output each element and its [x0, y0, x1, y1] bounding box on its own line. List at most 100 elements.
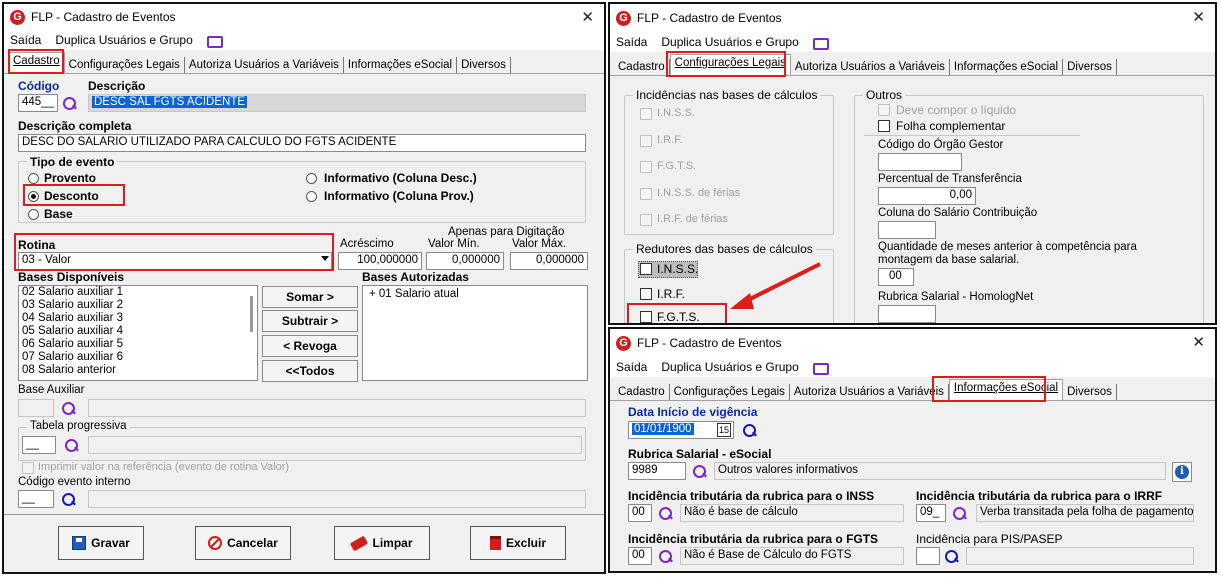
radio-informativo-desc[interactable] — [306, 173, 317, 184]
irf-redutor-checkbox[interactable] — [640, 288, 652, 300]
monitor-icon[interactable] — [812, 38, 829, 50]
fgts-redutor-checkbox[interactable] — [640, 311, 652, 323]
irrf-code-input[interactable]: 09_ — [916, 504, 946, 522]
imprimir-checkbox[interactable] — [22, 462, 34, 474]
irf-ferias-incid-checkbox[interactable] — [640, 214, 652, 226]
tab-configuracoes-legais[interactable]: Configurações Legais — [65, 57, 185, 73]
search-icon[interactable] — [61, 401, 77, 417]
menu-saida[interactable]: Saída — [616, 360, 647, 374]
close-icon[interactable]: ✕ — [1192, 333, 1205, 351]
radio-provento[interactable] — [28, 173, 39, 184]
monitor-icon[interactable] — [206, 36, 223, 48]
pis-code-input[interactable] — [916, 547, 940, 565]
close-icon[interactable]: ✕ — [1192, 8, 1205, 26]
list-item[interactable]: 06 Salario auxiliar 5 — [19, 338, 257, 351]
percentual-transferencia-input[interactable]: 0,00 — [878, 187, 976, 205]
tab-autoriza-usuarios[interactable]: Autoriza Usuários a Variáveis — [790, 384, 949, 400]
bases-disponiveis-list[interactable]: 02 Salario auxiliar 1 03 Salario auxilia… — [18, 285, 258, 381]
tab-diversos[interactable]: Diversos — [457, 57, 511, 73]
menu-duplica[interactable]: Duplica Usuários e Grupo — [55, 33, 192, 47]
folha-complementar-checkbox[interactable] — [878, 120, 890, 132]
tab-configuracoes-legais[interactable]: Configurações Legais — [669, 54, 791, 75]
menu-duplica[interactable]: Duplica Usuários e Grupo — [661, 35, 798, 49]
info-icon[interactable]: i — [1172, 462, 1192, 482]
folha-complementar-label: Folha complementar — [896, 119, 1006, 133]
rubrica-code-input[interactable]: 9989 — [628, 462, 686, 480]
radio-desconto[interactable] — [28, 191, 39, 202]
monitor-icon[interactable] — [812, 363, 829, 375]
chevron-down-icon[interactable] — [321, 256, 329, 261]
bases-autorizadas-list[interactable]: + 01 Salario atual — [362, 285, 588, 381]
search-icon[interactable] — [64, 438, 80, 454]
list-scrollbar[interactable] — [250, 296, 253, 332]
menu-saida[interactable]: Saída — [10, 33, 41, 47]
base-auxiliar-code[interactable] — [18, 399, 54, 417]
coluna-salario-input[interactable] — [878, 221, 936, 239]
tab-diversos[interactable]: Diversos — [1063, 59, 1117, 75]
calendar-icon[interactable]: 15 — [716, 423, 731, 437]
tab-autoriza-usuarios[interactable]: Autoriza Usuários a Variáveis — [185, 57, 344, 73]
list-item[interactable]: 05 Salario auxiliar 4 — [19, 325, 257, 338]
fgts-code-input[interactable]: 00 — [628, 547, 652, 565]
search-icon[interactable] — [61, 492, 77, 508]
search-icon[interactable] — [658, 506, 674, 522]
bases-disponiveis-label: Bases Disponíveis — [18, 270, 125, 284]
search-icon[interactable] — [62, 96, 78, 112]
search-icon[interactable] — [944, 549, 960, 565]
tab-cadastro[interactable]: Cadastro — [614, 384, 670, 400]
list-item[interactable]: 07 Salario auxiliar 6 — [19, 351, 257, 364]
tab-cadastro[interactable]: Cadastro — [8, 52, 65, 73]
radio-informativo-prov[interactable] — [306, 191, 317, 202]
subtrair-button[interactable]: Subtrair > — [262, 310, 358, 332]
tab-informacoes-esocial[interactable]: Informações eSocial — [948, 379, 1064, 400]
arrow-pointer — [730, 262, 821, 309]
list-item[interactable]: 04 Salario auxiliar 3 — [19, 312, 257, 325]
limpar-button[interactable]: Limpar — [334, 526, 430, 560]
rotina-select[interactable]: 03 - Valor — [18, 252, 332, 270]
inss-incid-checkbox[interactable] — [640, 108, 652, 120]
inss-code-input[interactable]: 00 — [628, 504, 652, 522]
descricao-completa-input[interactable]: DESC DO SALARIO UTILIZADO PARA CALCULO D… — [18, 134, 586, 152]
codigo-evento-interno-code[interactable]: __ — [18, 490, 54, 508]
valor-min-input[interactable]: 0,000000 — [426, 252, 504, 270]
irf-incid-checkbox[interactable] — [640, 135, 652, 147]
rubrica-homolognet-input[interactable] — [878, 305, 936, 323]
search-icon[interactable] — [952, 506, 968, 522]
revoga-button[interactable]: < Revoga — [262, 335, 358, 357]
search-icon[interactable] — [658, 549, 674, 565]
acrescimo-input[interactable]: 100,000000 — [338, 252, 422, 270]
tab-informacoes-esocial[interactable]: Informações eSocial — [950, 59, 1064, 75]
search-icon[interactable] — [742, 423, 758, 439]
inss-ferias-incid-checkbox[interactable] — [640, 188, 652, 200]
list-item[interactable]: 03 Salario auxiliar 2 — [19, 299, 257, 312]
codigo-input[interactable]: 445__ — [18, 94, 58, 112]
tab-diversos[interactable]: Diversos — [1063, 384, 1117, 400]
gravar-button[interactable]: Gravar — [58, 526, 144, 560]
list-item[interactable]: 08 Salario anterior — [19, 364, 257, 377]
todos-button[interactable]: <<Todos — [262, 360, 358, 382]
tab-configuracoes-legais[interactable]: Configurações Legais — [670, 384, 790, 400]
excluir-button[interactable]: Excluir — [470, 526, 566, 560]
fgts-incid-checkbox[interactable] — [640, 161, 652, 173]
tab-autoriza-usuarios[interactable]: Autoriza Usuários a Variáveis — [791, 59, 950, 75]
close-icon[interactable]: ✕ — [581, 8, 594, 26]
qtd-meses-input[interactable]: 00 — [878, 268, 914, 286]
cancelar-button[interactable]: Cancelar — [195, 526, 291, 560]
irrf-desc: Verba transitada pela folha de pagamento… — [976, 504, 1194, 522]
search-icon[interactable] — [692, 464, 708, 480]
tabela-progressiva-code[interactable]: __ — [22, 436, 56, 454]
descricao-input[interactable]: DESC SAL FGTS ACIDENTE — [88, 94, 586, 112]
codigo-orgao-input[interactable] — [878, 153, 962, 171]
list-item[interactable]: + 01 Salario atual — [363, 286, 587, 301]
data-inicio-input[interactable]: 01/01/1900 15 — [628, 421, 734, 439]
valor-max-input[interactable]: 0,000000 — [510, 252, 588, 270]
somar-button[interactable]: Somar > — [262, 286, 358, 308]
list-item[interactable]: 02 Salario auxiliar 1 — [19, 286, 257, 299]
inss-redutor-checkbox[interactable] — [640, 263, 652, 275]
menu-duplica[interactable]: Duplica Usuários e Grupo — [661, 360, 798, 374]
radio-base[interactable] — [28, 209, 39, 220]
tab-informacoes-esocial[interactable]: Informações eSocial — [344, 57, 458, 73]
tab-cadastro[interactable]: Cadastro — [614, 59, 670, 75]
deve-compor-checkbox[interactable] — [878, 104, 890, 116]
menu-saida[interactable]: Saída — [616, 35, 647, 49]
